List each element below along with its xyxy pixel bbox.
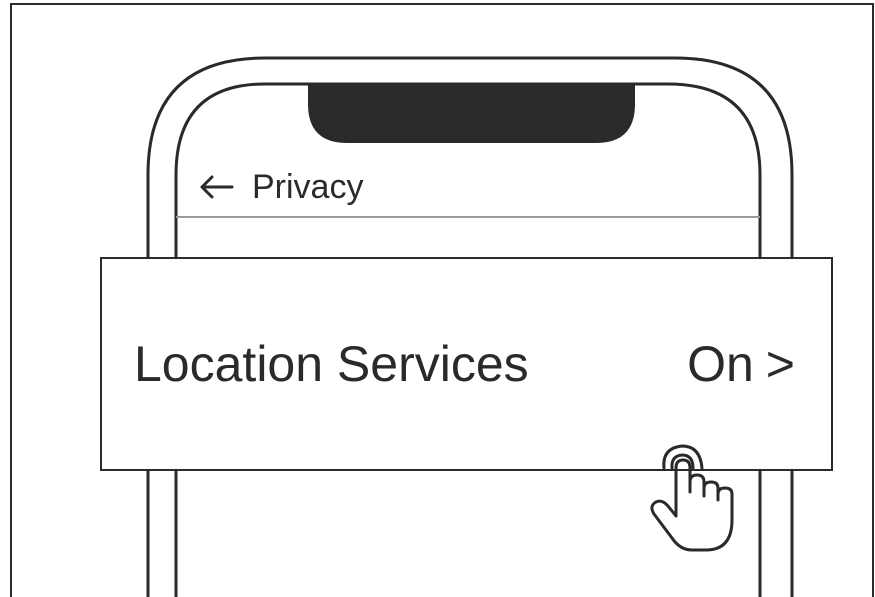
page-title: Privacy	[252, 168, 364, 206]
location-services-row[interactable]: Location Services On >	[100, 257, 833, 471]
back-to-privacy-link[interactable]: Privacy	[178, 158, 756, 216]
setting-value-group: On >	[687, 339, 795, 389]
chevron-right-icon: >	[765, 336, 795, 392]
illustration: Privacy Location Services On >	[0, 0, 875, 597]
phone-notch	[308, 84, 635, 143]
tapping-hand-icon	[650, 444, 734, 552]
setting-label: Location Services	[134, 336, 529, 392]
setting-value: On	[687, 336, 754, 392]
left-arrow-icon[interactable]	[198, 172, 238, 202]
